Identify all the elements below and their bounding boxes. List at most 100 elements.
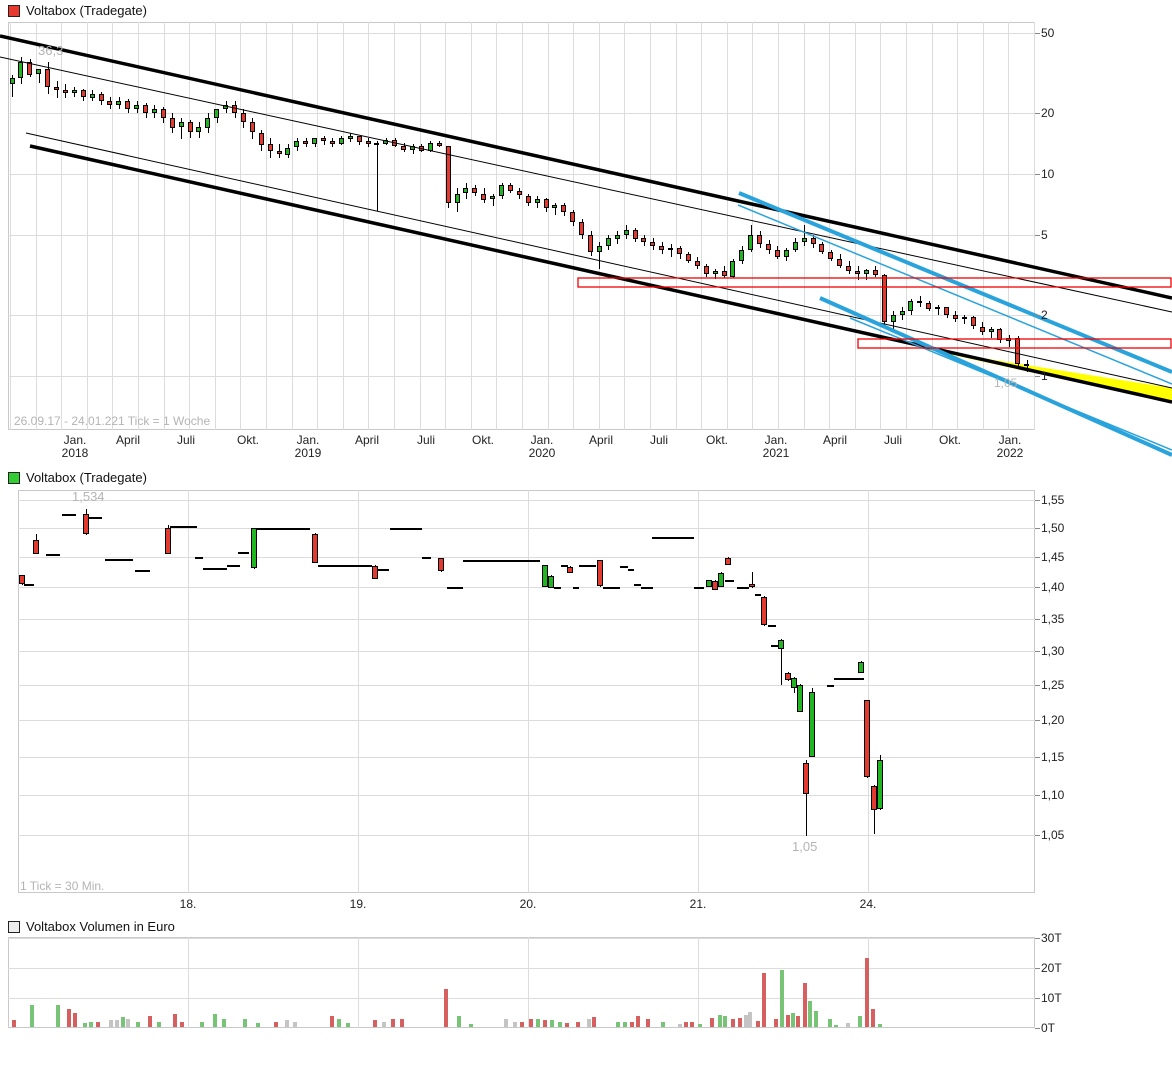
volume-bar — [808, 1001, 812, 1027]
gridline — [698, 490, 699, 893]
volume-bar — [67, 1009, 71, 1027]
candle-body — [490, 196, 495, 199]
candle-body — [552, 205, 557, 208]
candle-wick — [1027, 360, 1028, 372]
volume-bar — [738, 1018, 742, 1027]
x-axis-label: Jan. — [286, 433, 330, 447]
candle-body — [419, 146, 424, 151]
y-axis-tick — [1035, 720, 1040, 721]
volume-bar — [550, 1020, 554, 1027]
y-axis-tick-label: 5 — [1041, 228, 1048, 242]
y-axis-tick — [1035, 795, 1040, 796]
candle-body — [410, 146, 415, 150]
gridline — [868, 490, 869, 893]
volume-bar — [337, 1019, 341, 1027]
gridline — [522, 22, 523, 430]
candle-body — [548, 576, 554, 588]
candle-body — [374, 143, 379, 145]
candle-body — [107, 101, 112, 105]
y-axis-tick-label: 1,50 — [1041, 521, 1064, 535]
gridline — [624, 22, 625, 430]
candle-body — [223, 105, 228, 109]
volume-bar — [109, 1020, 113, 1027]
gridline — [358, 490, 359, 893]
volume-bar — [684, 1022, 688, 1027]
volume-bar — [89, 1022, 93, 1027]
volume-bar — [391, 1019, 395, 1027]
candle-body — [953, 315, 958, 319]
open-close-tick — [257, 528, 310, 530]
gridline — [215, 22, 216, 430]
gridline — [343, 22, 344, 430]
candle-body — [472, 188, 477, 193]
candle-body — [659, 246, 664, 250]
candle-body — [285, 148, 290, 155]
candle-body — [312, 534, 318, 563]
weekly-date-range: 26.09.17 - 24.01.22 — [14, 414, 118, 428]
gridline — [8, 938, 1035, 939]
candle-body — [18, 62, 23, 78]
weekly-low-value-label: 1,05 — [994, 376, 1017, 390]
gridline — [957, 22, 958, 430]
gridline — [188, 937, 189, 1028]
series-color-swatch-green — [8, 472, 20, 484]
candle-body — [348, 136, 353, 139]
candle-body — [677, 248, 682, 254]
open-close-tick — [694, 587, 704, 589]
gridline — [18, 587, 1035, 588]
candle-body — [330, 141, 335, 144]
candle-body — [606, 238, 611, 246]
volume-bar — [373, 1020, 377, 1027]
candle-body — [597, 560, 603, 586]
y-axis-tick-label: 50 — [1041, 26, 1054, 40]
x-axis-label: Jan. — [988, 433, 1032, 447]
volume-bar — [330, 1016, 334, 1027]
candle-body — [784, 250, 789, 257]
gridline — [358, 937, 359, 1028]
open-close-tick — [203, 568, 227, 570]
y-axis-tick-label: 1,55 — [1041, 493, 1064, 507]
y-axis-tick — [1035, 500, 1040, 501]
y-axis-tick — [1035, 174, 1040, 175]
y-axis-tick-label: 10T — [1041, 991, 1062, 1005]
x-axis-label: Okt. — [226, 433, 270, 447]
gridline — [1034, 22, 1035, 430]
open-close-tick — [628, 569, 634, 571]
gridline — [8, 376, 1035, 377]
volume-bar — [865, 958, 869, 1027]
x-axis-label: April — [106, 433, 150, 447]
candle-body — [366, 141, 371, 144]
gridline — [8, 315, 1035, 316]
volume-bar — [543, 1020, 547, 1027]
volume-bar — [73, 1013, 77, 1027]
volume-bar — [520, 1022, 524, 1027]
candle-body — [517, 191, 522, 195]
y-axis-tick — [1035, 557, 1040, 558]
candle-body — [570, 212, 575, 222]
candle-body — [446, 146, 451, 203]
gridline — [573, 22, 574, 430]
candle-body — [971, 317, 976, 326]
candle-body — [668, 248, 673, 250]
volume-bar — [774, 1019, 778, 1027]
x-axis-label: Juli — [164, 433, 208, 447]
open-close-tick — [390, 528, 422, 530]
candle-body — [962, 317, 967, 319]
x-axis-label: Okt. — [695, 433, 739, 447]
gridline — [8, 998, 1035, 999]
gridline — [394, 22, 395, 430]
candle-body — [170, 118, 175, 128]
gridline — [18, 500, 1035, 501]
volume-bar — [878, 1024, 882, 1027]
candle-body — [864, 700, 870, 777]
x-axis-label: Okt. — [928, 433, 972, 447]
candle-body — [165, 528, 171, 554]
y-axis-tick-label: 20T — [1041, 961, 1062, 975]
gridline — [548, 22, 549, 430]
gridline — [18, 651, 1035, 652]
weekly-chart-title: Voltabox (Tradegate) — [26, 3, 147, 18]
volume-plot-area[interactable] — [8, 937, 1035, 1028]
volume-bar — [723, 1016, 727, 1027]
x-axis-year-label: 2018 — [53, 446, 97, 460]
volume-bar — [83, 1023, 87, 1027]
